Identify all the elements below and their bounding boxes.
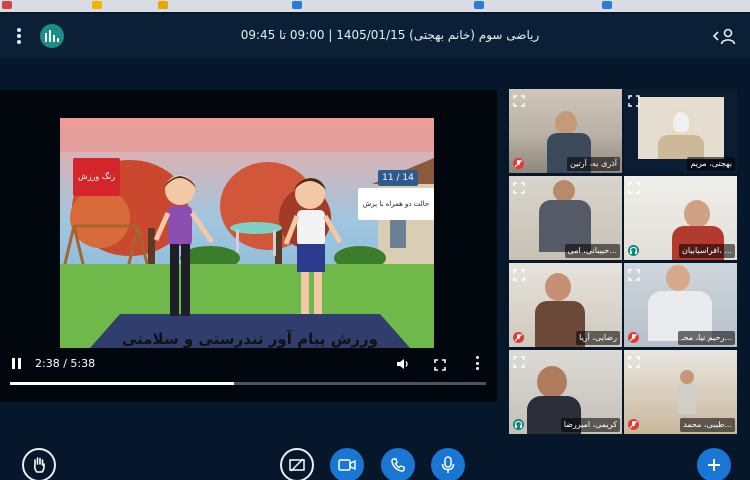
participant-tile[interactable]: حبیبانی، امی... bbox=[509, 176, 622, 260]
participant-figure bbox=[553, 180, 575, 202]
add-button[interactable] bbox=[697, 448, 731, 480]
screen-share-off-icon bbox=[289, 458, 305, 472]
expand-icon[interactable] bbox=[628, 353, 640, 368]
participant-tile[interactable]: افراسیابیان، ... bbox=[624, 176, 737, 260]
meeting-header: ریاضی سوم (خانم بهجتی) 1405/01/15 | 09:0… bbox=[0, 14, 750, 58]
phone-icon bbox=[391, 458, 405, 472]
camera-button[interactable] bbox=[330, 448, 364, 480]
screen-share-button[interactable] bbox=[280, 448, 314, 480]
participant-name: طیبی، محمد... bbox=[680, 418, 735, 432]
more-options-icon[interactable] bbox=[474, 356, 480, 370]
expand-icon[interactable] bbox=[513, 179, 525, 194]
participant-figure bbox=[666, 265, 690, 291]
participant-name: افراسیابیان، ... bbox=[679, 244, 735, 258]
expand-icon[interactable] bbox=[628, 266, 640, 281]
participant-name: بهجتی، مریم bbox=[687, 157, 735, 171]
taskbar-app-icon[interactable] bbox=[292, 1, 302, 9]
taskbar-app-icon[interactable] bbox=[602, 1, 612, 9]
progress-bar[interactable] bbox=[10, 382, 486, 385]
pause-icon[interactable] bbox=[12, 358, 24, 370]
plus-icon bbox=[708, 459, 720, 471]
time-display: 2:38 / 5:38 bbox=[35, 357, 96, 370]
participant-figure bbox=[658, 135, 704, 159]
video-camera-icon bbox=[338, 459, 356, 471]
expand-icon[interactable] bbox=[628, 179, 640, 194]
mic-muted-icon bbox=[513, 158, 524, 169]
participant-figure bbox=[680, 370, 694, 384]
video-subtitle: ورزش پیام آور تندرستی و سلامتی bbox=[121, 330, 379, 348]
expand-icon[interactable] bbox=[513, 266, 525, 281]
participant-figure bbox=[678, 384, 696, 414]
participant-tile[interactable]: کریمی، امیررضا bbox=[509, 350, 622, 434]
microphone-icon bbox=[441, 456, 455, 473]
phone-button[interactable] bbox=[381, 448, 415, 480]
mic-muted-icon bbox=[628, 419, 639, 430]
video-player[interactable]: زنگ ورزش 11 / 14 حالت دو همراه با پرش ور… bbox=[0, 90, 497, 402]
mic-muted-icon bbox=[628, 332, 639, 343]
participant-tile[interactable]: بهجتی، مریم bbox=[624, 89, 737, 173]
user-list-icon[interactable] bbox=[712, 26, 736, 46]
participant-name: رضایی، آریا bbox=[576, 331, 620, 345]
participant-name: آذری به، آرتین bbox=[567, 157, 620, 171]
raise-hand-button[interactable] bbox=[22, 448, 56, 480]
participant-name: حبیبانی، امی... bbox=[564, 244, 620, 258]
options-menu-icon[interactable] bbox=[12, 26, 26, 46]
volume-icon[interactable] bbox=[396, 356, 410, 370]
taskbar-app-icon[interactable] bbox=[92, 1, 102, 9]
os-taskbar bbox=[0, 0, 750, 12]
hand-icon bbox=[33, 457, 45, 473]
fullscreen-icon[interactable] bbox=[434, 356, 446, 371]
participant-name: رحیم نیا، محـ... bbox=[678, 331, 735, 345]
participant-figure bbox=[545, 273, 571, 301]
expand-icon[interactable] bbox=[513, 353, 525, 368]
meeting-title: ریاضی سوم (خانم بهجتی) 1405/01/15 | 09:0… bbox=[240, 28, 540, 42]
headset-icon bbox=[628, 245, 639, 256]
video-scene bbox=[60, 118, 434, 348]
participant-figure bbox=[555, 111, 577, 135]
overlay-badge: زنگ ورزش bbox=[73, 158, 120, 196]
slide-counter: 11 / 14 bbox=[378, 170, 418, 186]
expand-icon[interactable] bbox=[628, 92, 640, 107]
exercise-caption: حالت دو همراه با پرش bbox=[358, 188, 434, 220]
participant-tile[interactable]: رضایی، آریا bbox=[509, 263, 622, 347]
progress-fill bbox=[10, 382, 234, 385]
app-logo-icon[interactable] bbox=[40, 24, 64, 48]
taskbar-app-icon[interactable] bbox=[474, 1, 484, 9]
video-frame[interactable]: زنگ ورزش 11 / 14 حالت دو همراه با پرش ور… bbox=[60, 118, 434, 348]
participant-figure bbox=[537, 366, 567, 398]
taskbar-app-icon[interactable] bbox=[2, 1, 12, 9]
participant-tile[interactable]: آذری به، آرتین bbox=[509, 89, 622, 173]
expand-icon[interactable] bbox=[513, 92, 525, 107]
participant-tile[interactable]: رحیم نیا، محـ... bbox=[624, 263, 737, 347]
headset-icon bbox=[513, 419, 524, 430]
participant-name: کریمی، امیررضا bbox=[560, 418, 620, 432]
participant-tile[interactable]: طیبی، محمد... bbox=[624, 350, 737, 434]
microphone-button[interactable] bbox=[431, 448, 465, 480]
taskbar-app-icon[interactable] bbox=[158, 1, 168, 9]
participant-figure bbox=[668, 107, 694, 137]
mic-muted-icon bbox=[513, 332, 524, 343]
participant-figure bbox=[684, 200, 710, 228]
